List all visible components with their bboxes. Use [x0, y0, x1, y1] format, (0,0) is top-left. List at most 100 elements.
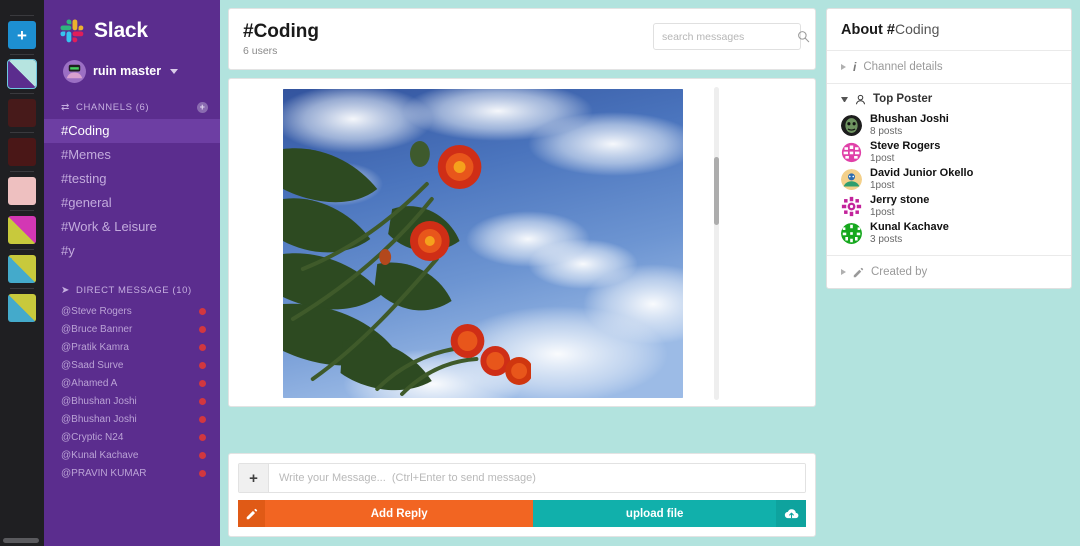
dm-item[interactable]: @Bhushan Joshi: [44, 410, 220, 428]
slack-logo-icon: [60, 19, 84, 43]
poster-count: 3 posts: [870, 234, 903, 245]
plus-icon: +: [17, 25, 27, 45]
created-by-row[interactable]: Created by: [827, 256, 1071, 288]
user-menu[interactable]: ruin master: [44, 48, 220, 84]
dm-item[interactable]: @Steve Rogers: [44, 302, 220, 320]
paper-plane-icon: ➤: [61, 284, 70, 296]
sidebar-item-coding[interactable]: #Coding: [44, 119, 220, 143]
avatar: [841, 115, 862, 136]
about-title: About #Coding: [827, 9, 1071, 51]
workspace-thumb-5[interactable]: [8, 216, 36, 244]
top-poster-label: Top Poster: [873, 93, 933, 105]
triangle-right-icon: [841, 269, 846, 275]
dm-item[interactable]: @Kunal Kachave: [44, 446, 220, 464]
message-scrollbar-thumb[interactable]: [714, 157, 719, 225]
dm-item[interactable]: @Bhushan Joshi: [44, 392, 220, 410]
dm-item[interactable]: @Pratik Kamra: [44, 338, 220, 356]
avatar: [841, 142, 862, 163]
search-icon: [798, 31, 810, 43]
rail-divider: [10, 15, 34, 16]
about-panel: About #Coding i Channel details Top Post…: [826, 8, 1072, 289]
cloud-upload-icon: [776, 500, 806, 527]
unread-dot: [199, 343, 206, 351]
list-item[interactable]: Kunal Kachave 3 posts: [827, 220, 1071, 247]
unread-dot: [199, 415, 206, 423]
dm-label: @Pratik Kamra: [61, 341, 129, 353]
message-attachment-image[interactable]: [283, 89, 683, 398]
rail-divider: [10, 249, 34, 250]
attach-plus-button[interactable]: +: [239, 464, 269, 492]
main-region: #Coding 6 users search messages + Write …: [220, 0, 1080, 546]
channel-title-wrap: #Coding 6 users: [243, 21, 653, 57]
about-title-prefix: About: [841, 22, 887, 38]
unread-dot: [199, 307, 206, 315]
channel-details-row[interactable]: i Channel details: [827, 51, 1071, 84]
add-reply-button[interactable]: Add Reply: [238, 500, 534, 527]
chevron-down-icon[interactable]: [170, 68, 179, 74]
dm-item[interactable]: @Saad Surve: [44, 356, 220, 374]
list-item[interactable]: Bhushan Joshi 8 posts: [827, 112, 1071, 139]
add-channel-button[interactable]: +: [197, 102, 208, 113]
workspace-brand: Slack: [44, 14, 220, 48]
upload-file-button[interactable]: upload file: [533, 500, 806, 527]
unread-dot: [199, 325, 206, 333]
list-item[interactable]: David Junior Okello 1post: [827, 166, 1071, 193]
flower-foliage: [283, 141, 531, 396]
message-list: [228, 78, 816, 407]
list-item[interactable]: Steve Rogers 1post: [827, 139, 1071, 166]
rail-divider: [10, 288, 34, 289]
list-item[interactable]: Jerry stone 1post: [827, 193, 1071, 220]
about-title-hash: #: [886, 22, 895, 38]
poster-info: Jerry stone 1post: [870, 194, 930, 219]
workspace-thumb-1[interactable]: [7, 59, 37, 89]
sidebar-item-testing[interactable]: #testing: [44, 167, 220, 191]
rail-divider: [10, 171, 34, 172]
avatar: [841, 223, 862, 244]
poster-name: Jerry stone: [870, 194, 930, 206]
avatar: [841, 169, 862, 190]
dm-item[interactable]: @Cryptic N24: [44, 428, 220, 446]
dm-label: @Saad Surve: [61, 359, 124, 371]
swap-icon: ⇄: [61, 101, 70, 113]
rail-divider: [10, 93, 34, 94]
message-input[interactable]: [269, 464, 805, 492]
search-box[interactable]: [653, 23, 810, 50]
workspace-thumb-4[interactable]: [8, 177, 36, 205]
dm-label: @Bhushan Joshi: [61, 395, 137, 407]
dm-item[interactable]: @Bruce Banner: [44, 320, 220, 338]
sidebar-item-work-leisure[interactable]: #Work & Leisure: [44, 215, 220, 239]
add-workspace-button[interactable]: +: [8, 21, 36, 49]
triangle-down-icon: [841, 96, 848, 102]
dm-item[interactable]: @PRAVIN KUMAR: [44, 464, 220, 482]
workspace-thumb-2[interactable]: [8, 99, 36, 127]
dm-section-header: ➤ DIRECT MESSAGE (10): [44, 263, 220, 302]
poster-info: Bhushan Joshi 8 posts: [870, 114, 949, 138]
workspace-thumb-3[interactable]: [8, 138, 36, 166]
user-name: ruin master: [93, 64, 162, 78]
workspace-thumb-7[interactable]: [8, 294, 36, 322]
rail-scrollbar[interactable]: [3, 538, 39, 543]
dm-label: @Cryptic N24: [61, 431, 124, 443]
unread-dot: [199, 451, 206, 459]
poster-count: 1post: [870, 153, 895, 164]
message-scrollbar-track[interactable]: [714, 87, 719, 400]
dm-label: @Bhushan Joshi: [61, 413, 137, 425]
dm-list: @Steve Rogers @Bruce Banner @Pratik Kamr…: [44, 302, 220, 482]
top-poster-row[interactable]: Top Poster: [827, 84, 1071, 110]
sidebar-item-memes[interactable]: #Memes: [44, 143, 220, 167]
workspace-thumb-6[interactable]: [8, 255, 36, 283]
sidebar-item-general[interactable]: #general: [44, 191, 220, 215]
triangle-right-icon: [841, 64, 846, 70]
brand-name: Slack: [94, 19, 148, 42]
user-avatar: [63, 59, 86, 83]
dm-item[interactable]: @Ahamed A: [44, 374, 220, 392]
dm-label: @Ahamed A: [61, 377, 118, 389]
search-input[interactable]: [662, 30, 797, 43]
workspace-rail: +: [0, 0, 44, 546]
composer-input-row: +: [238, 463, 806, 493]
sidebar-item-y[interactable]: #y: [44, 239, 220, 263]
dm-label: @Kunal Kachave: [61, 449, 139, 461]
poster-info: Steve Rogers 1post: [870, 141, 940, 165]
page-title: #Coding: [243, 21, 319, 42]
about-title-channel: Coding: [894, 21, 940, 37]
